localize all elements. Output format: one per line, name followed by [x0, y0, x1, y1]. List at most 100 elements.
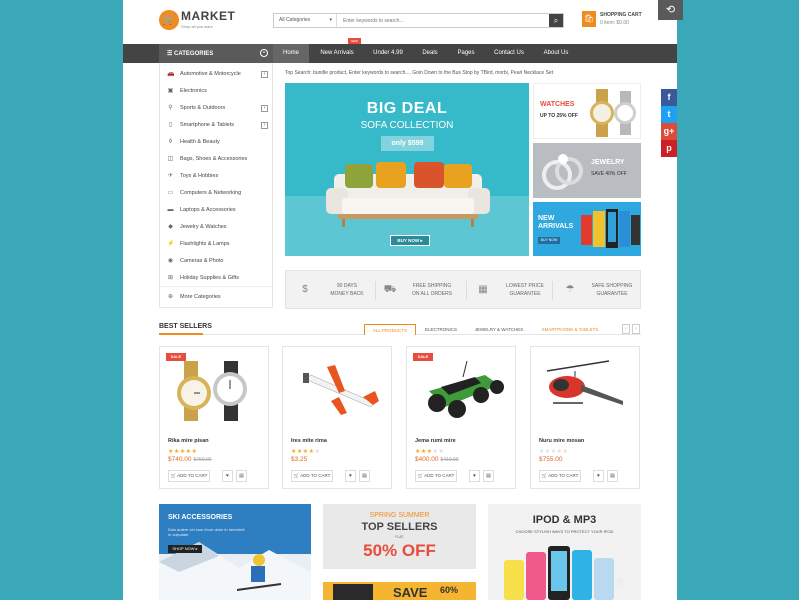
- bag-icon: ◫: [167, 156, 174, 162]
- compare-icon[interactable]: ▤: [607, 470, 618, 482]
- product-name[interactable]: Ires mite rima: [291, 438, 327, 444]
- logo[interactable]: 🛒 MARKET Shop all you want: [159, 8, 269, 33]
- add-to-cart-button[interactable]: 🛒 ADD TO CART: [291, 470, 333, 482]
- category-computers[interactable]: ▭ Computers & Networking: [160, 185, 272, 202]
- toolbar-refresh-icon[interactable]: ⟲: [658, 0, 683, 20]
- product-card[interactable]: SALE Rika mire pisan ★★★★★ $740.00 $750.0…: [159, 346, 269, 489]
- category-jewelry[interactable]: ◆ Jewelry & Watches: [160, 219, 272, 236]
- compare-icon[interactable]: ▤: [359, 470, 370, 482]
- new-arrivals-title: NEW ARRIVALS: [538, 215, 574, 230]
- pinterest-icon[interactable]: p: [661, 140, 677, 157]
- category-smartphone[interactable]: ▯ Smartphone & Tablets ›: [160, 117, 272, 134]
- service-safe-shopping: ☂ SAFE SHOPPING GUARANTEE: [563, 280, 651, 302]
- service-money-back: $90 DAYS MONEY BACK: [298, 280, 386, 302]
- tab-electronics[interactable]: ELECTRONICS: [418, 324, 464, 335]
- tab-smartphone-tablets[interactable]: SMARTPHONE & TABLETS: [534, 324, 606, 335]
- ski-accessories-banner[interactable]: SKI ACCESSORIES Duis autem vel eum iriur…: [159, 504, 311, 600]
- add-to-cart-label: ADD TO CART: [424, 473, 455, 478]
- cart-summary: 0 item: $0.00: [600, 20, 629, 26]
- search-input[interactable]: [338, 14, 550, 27]
- product-name[interactable]: Nuru mire mosan: [539, 438, 584, 444]
- hero-price: only $599: [381, 136, 434, 151]
- category-flashlights[interactable]: ⚡ Flashlights & Lamps: [160, 236, 272, 253]
- category-label: Electronics: [180, 88, 207, 94]
- product-card[interactable]: Nuru mire mosan ★★★★★ $755.00 🛒 ADD TO C…: [530, 346, 640, 489]
- service-line2: GUARANTEE: [509, 291, 541, 297]
- compare-icon[interactable]: ▤: [236, 470, 247, 482]
- ipod-banner[interactable]: IPOD & MP3 CHOOSE STYLISH WAYS TO PROTEC…: [488, 504, 641, 600]
- tab-all-products[interactable]: ALL PRODUCTS: [364, 324, 416, 335]
- top-search-links[interactable]: Top Search: bundle product, Enter keywor…: [285, 70, 553, 76]
- twitter-icon[interactable]: t: [661, 106, 677, 123]
- shopping-cart[interactable]: 🛍 SHOPPING CART 0 item: $0.00: [582, 11, 657, 29]
- watch-image: [590, 89, 636, 137]
- categories-header-label: CATEGORIES: [174, 51, 214, 57]
- chevron-right-icon: ›: [261, 122, 268, 129]
- nav-new-arrivals[interactable]: New Arrivals: [311, 44, 363, 63]
- watches-banner[interactable]: WATCHES UP TO 25% OFF: [533, 83, 641, 139]
- truck-icon: ⛟: [383, 284, 397, 295]
- diamond-icon: ◆: [168, 224, 173, 230]
- wishlist-heart-icon[interactable]: ♥: [222, 470, 233, 482]
- plus-icon: ⊕: [167, 294, 174, 300]
- spring-summer-banner[interactable]: SPRING SUMMER TOP SELLERS FLAT 50% OFF: [323, 504, 476, 569]
- search-category-select[interactable]: All Categories ▾: [274, 14, 337, 27]
- category-automotive[interactable]: 🚗 Automotive & Motorcycle ›: [160, 66, 272, 83]
- spring-line2: TOP SELLERS: [361, 521, 438, 533]
- nav-home[interactable]: Home: [273, 44, 309, 63]
- add-to-cart-button[interactable]: 🛒 ADD TO CART: [415, 470, 457, 482]
- product-card[interactable]: Ires mite rima ★★★★★ $3.25 🛒 ADD TO CART…: [282, 346, 392, 489]
- chevron-right-icon: ›: [261, 71, 268, 78]
- category-holiday[interactable]: ⊞ Holiday Supplies & Gifts: [160, 270, 272, 287]
- category-electronics[interactable]: ▣ Electronics: [160, 83, 272, 100]
- cart-title: SHOPPING CART: [600, 12, 642, 18]
- save-banner[interactable]: SAVE 60%: [323, 582, 476, 600]
- section-underline: [159, 333, 203, 335]
- buy-now-button[interactable]: BUY NOW ▸: [390, 235, 430, 246]
- product-card[interactable]: SALE Jema rumi mire ★★★★★ $400.00 $419.00…: [406, 346, 516, 489]
- add-to-cart-button[interactable]: 🛒 ADD TO CART: [168, 470, 210, 482]
- hero-banner[interactable]: BIG DEAL SOFA COLLECTION only $599 BUY N…: [285, 83, 529, 256]
- sale-badge: SALE: [413, 353, 433, 361]
- new-arrivals-banner[interactable]: NEW ARRIVALS BUY NOW: [533, 202, 641, 256]
- wishlist-heart-icon[interactable]: ♥: [469, 470, 480, 482]
- cart-icon: 🛒: [417, 473, 424, 478]
- rating-stars: ★★★★★: [415, 449, 445, 455]
- nav-pages[interactable]: Pages: [450, 44, 482, 63]
- new-arrivals-button[interactable]: BUY NOW: [538, 237, 560, 244]
- categories-header[interactable]: ☰ CATEGORIES •: [159, 44, 273, 63]
- compare-icon[interactable]: ▤: [483, 470, 494, 482]
- facebook-icon[interactable]: f: [661, 89, 677, 106]
- next-arrow-icon[interactable]: ›: [632, 324, 640, 334]
- nav-contact-us[interactable]: Contact Us: [487, 44, 531, 63]
- nav-under-4-99[interactable]: Under 4.99: [365, 44, 411, 63]
- product-price: $400.00 $419.00: [415, 456, 459, 463]
- add-to-cart-label: ADD TO CART: [300, 473, 331, 478]
- search-button[interactable]: ⌕: [549, 14, 563, 27]
- category-laptops[interactable]: ▬ Laptops & Accessories: [160, 202, 272, 219]
- product-image-plane: [303, 365, 379, 415]
- category-label: Sports & Outdoors: [180, 105, 226, 111]
- sofa-image: [326, 162, 490, 227]
- product-name[interactable]: Rika mire pisan: [168, 438, 209, 444]
- product-image-rc-car: [428, 360, 504, 418]
- category-toys[interactable]: ✈ Toys & Hobbies: [160, 168, 272, 185]
- shop-now-button[interactable]: SHOP NOW ▸: [168, 545, 202, 553]
- add-to-cart-button[interactable]: 🛒 ADD TO CART: [539, 470, 581, 482]
- prev-arrow-icon[interactable]: ‹: [622, 324, 630, 334]
- product-name[interactable]: Jema rumi mire: [415, 438, 456, 444]
- nav-about-us[interactable]: About Us: [535, 44, 577, 63]
- nav-deals[interactable]: Deals: [414, 44, 446, 63]
- wishlist-heart-icon[interactable]: ♥: [593, 470, 604, 482]
- jewelry-banner[interactable]: JEWELRY SAVE 40% OFF: [533, 143, 641, 198]
- google-plus-icon[interactable]: g+: [661, 123, 677, 140]
- category-sports[interactable]: ⚲ Sports & Outdoors ›: [160, 100, 272, 117]
- category-cameras[interactable]: ◉ Cameras & Photo: [160, 253, 272, 270]
- category-label: Computers & Networking: [180, 190, 242, 196]
- wishlist-heart-icon[interactable]: ♥: [345, 470, 356, 482]
- category-bags[interactable]: ◫ Bags, Shoes & Accessories: [160, 151, 272, 168]
- category-more[interactable]: ⊕ More Categories: [160, 289, 272, 306]
- tab-jewelry-watches[interactable]: JEWELRY & WATCHES: [468, 324, 530, 335]
- price-current: $755.00: [539, 456, 563, 463]
- category-health[interactable]: ⚱ Health & Beauty: [160, 134, 272, 151]
